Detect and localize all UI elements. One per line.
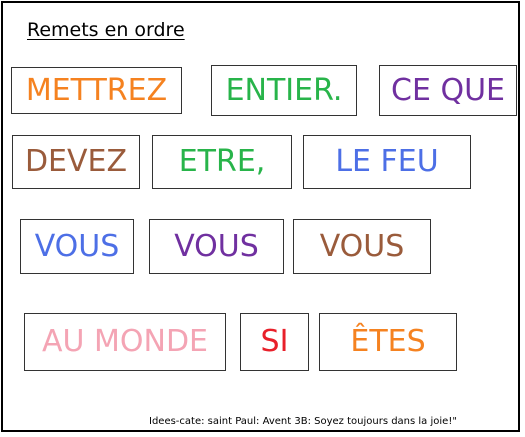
word-card-label: ETRE, — [178, 144, 266, 179]
word-card-label: DEVEZ — [24, 144, 128, 179]
word-card-label: AU MONDE — [41, 324, 208, 359]
word-card-label: CE QUE — [391, 72, 505, 108]
footer-credit: Idees-cate: saint Paul: Avent 3B: Soyez … — [149, 416, 457, 427]
word-card-etes[interactable]: ÊTES — [319, 313, 457, 371]
word-card-au-monde[interactable]: AU MONDE — [24, 313, 226, 371]
word-card-label: LE FEU — [335, 144, 439, 179]
word-card-label: VOUS — [174, 228, 259, 264]
word-card-label: METTREZ — [25, 72, 168, 108]
word-card-label: ENTIER. — [225, 72, 343, 108]
word-card-label: ÊTES — [350, 324, 426, 359]
word-card-devez[interactable]: DEVEZ — [12, 135, 140, 189]
word-card-entier[interactable]: ENTIER. — [211, 65, 357, 116]
word-card-vous-1[interactable]: VOUS — [20, 219, 134, 274]
word-card-label: VOUS — [319, 228, 405, 264]
word-card-mettrez[interactable]: METTREZ — [11, 67, 182, 114]
word-card-si[interactable]: SI — [240, 313, 309, 371]
word-card-le-feu[interactable]: LE FEU — [303, 135, 471, 189]
word-card-label: SI — [260, 324, 289, 359]
word-card-vous-2[interactable]: VOUS — [149, 219, 284, 274]
page-title: Remets en ordre — [27, 19, 185, 41]
word-card-label: VOUS — [34, 228, 120, 264]
worksheet-frame: Remets en ordre METTREZ ENTIER. CE QUE D… — [1, 1, 520, 432]
word-card-ce-que[interactable]: CE QUE — [379, 65, 517, 116]
word-card-vous-3[interactable]: VOUS — [293, 219, 431, 274]
word-card-etre[interactable]: ETRE, — [152, 135, 292, 189]
